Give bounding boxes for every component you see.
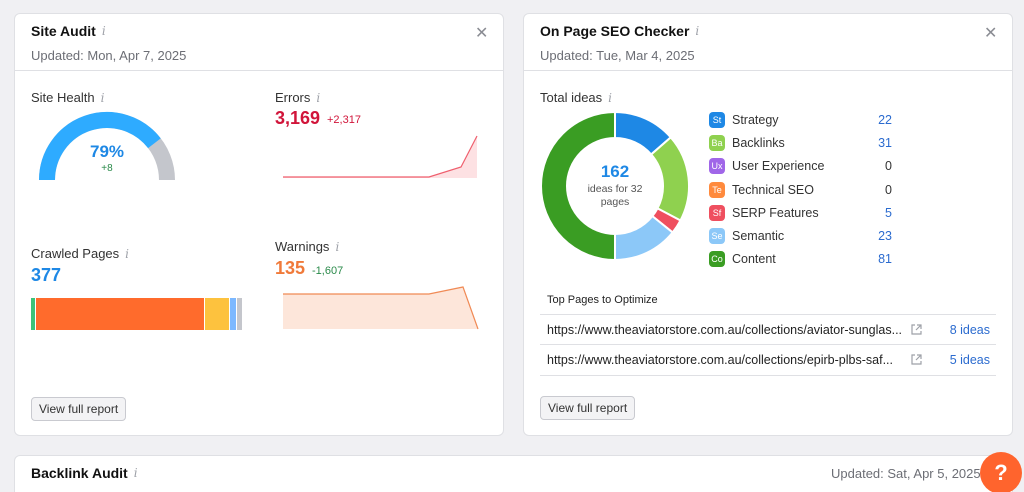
info-icon[interactable]: i xyxy=(102,24,106,38)
donut-center-sub: ideas for 32 pages xyxy=(587,183,643,208)
total-ideas-label-text: Total ideas xyxy=(540,90,603,105)
on-page-seo-title[interactable]: On Page SEO Checker i xyxy=(540,23,699,39)
legend-item-technical-seo[interactable]: Te Technical SEO 0 xyxy=(709,181,892,199)
site-audit-header: Site Audit i Updated: Mon, Apr 7, 2025 ✕ xyxy=(15,14,503,71)
help-button[interactable]: ? xyxy=(980,452,1022,492)
crawled-bar-segment[interactable] xyxy=(235,298,242,330)
close-icon[interactable]: ✕ xyxy=(984,23,997,43)
site-audit-title[interactable]: Site Audit i xyxy=(31,23,106,39)
crawled-pages-label: Crawled Pages i xyxy=(31,246,129,261)
legend-item-user-experience[interactable]: Ux User Experience 0 xyxy=(709,157,892,175)
legend-value[interactable]: 5 xyxy=(862,206,892,220)
legend-badge-icon: Co xyxy=(709,251,725,268)
site-health-label-text: Site Health xyxy=(31,90,95,105)
donut-center-value: 162 xyxy=(600,162,630,181)
top-pages-title: Top Pages to Optimize xyxy=(547,294,658,306)
warnings-label-text: Warnings xyxy=(275,239,330,254)
info-icon[interactable]: i xyxy=(125,247,129,261)
crawled-pages-label-text: Crawled Pages xyxy=(31,246,120,261)
legend-item-semantic[interactable]: Se Semantic 23 xyxy=(709,227,892,245)
crawled-bar-segment[interactable] xyxy=(35,298,205,330)
info-icon[interactable]: i xyxy=(608,91,612,105)
legend-label: Technical SEO xyxy=(732,182,814,197)
warnings-delta: -1,607 xyxy=(312,265,344,277)
external-link-icon[interactable] xyxy=(905,354,927,365)
legend-label: Backlinks xyxy=(732,136,785,151)
errors-label-text: Errors xyxy=(275,90,311,105)
legend-value[interactable]: 23 xyxy=(862,229,892,243)
view-full-report-button[interactable]: View full report xyxy=(540,396,636,420)
info-icon[interactable]: i xyxy=(316,91,320,105)
legend-badge-icon: Sf xyxy=(709,204,725,221)
site-audit-updated: Updated: Mon, Apr 7, 2025 xyxy=(31,48,187,63)
top-page-ideas-link[interactable]: 8 ideas xyxy=(927,323,996,337)
legend-label: Semantic xyxy=(732,229,785,243)
errors-label: Errors i xyxy=(275,90,320,105)
legend-badge-icon: St xyxy=(709,112,725,128)
backlink-audit-title[interactable]: Backlink Audit i xyxy=(31,465,138,481)
backlink-audit-updated: Updated: Sat, Apr 5, 2025 xyxy=(831,466,981,481)
legend-item-strategy[interactable]: St Strategy 22 xyxy=(709,111,892,129)
legend-badge-icon: Ux xyxy=(709,158,725,175)
on-page-seo-header: On Page SEO Checker i Updated: Tue, Mar … xyxy=(524,14,1012,71)
legend-badge-icon: Ba xyxy=(709,135,725,152)
legend-value: 0 xyxy=(885,159,892,174)
site-audit-card: Site Audit i Updated: Mon, Apr 7, 2025 ✕… xyxy=(14,13,504,436)
legend-value[interactable]: 81 xyxy=(862,252,892,266)
backlink-audit-title-text: Backlink Audit xyxy=(31,465,128,481)
top-pages-bottom-border xyxy=(540,375,996,376)
errors-sparkline xyxy=(283,135,478,178)
info-icon[interactable]: i xyxy=(101,91,105,105)
top-page-row: https://www.theaviatorstore.com.au/colle… xyxy=(540,344,996,374)
crawled-pages-value[interactable]: 377 xyxy=(31,265,61,286)
view-full-report-button[interactable]: View full report xyxy=(31,397,127,421)
legend-item-backlinks[interactable]: Ba Backlinks 31 xyxy=(709,134,892,152)
crawled-pages-bar[interactable] xyxy=(31,298,242,330)
site-health-label: Site Health i xyxy=(31,90,104,105)
warnings-value[interactable]: 135 xyxy=(275,258,305,279)
legend-item-content[interactable]: Co Content 81 xyxy=(709,250,892,268)
on-page-seo-title-text: On Page SEO Checker xyxy=(540,23,690,39)
top-page-url[interactable]: https://www.theaviatorstore.com.au/colle… xyxy=(540,353,905,367)
top-page-row: https://www.theaviatorstore.com.au/colle… xyxy=(540,314,996,344)
site-health-value: 79% xyxy=(89,142,125,161)
errors-delta: +2,317 xyxy=(327,114,361,126)
info-icon[interactable]: i xyxy=(134,466,138,480)
legend-value: 0 xyxy=(885,182,892,197)
legend-value[interactable]: 31 xyxy=(862,136,892,150)
legend-badge-icon: Se xyxy=(709,228,725,244)
top-page-ideas-link[interactable]: 5 ideas xyxy=(927,353,996,367)
legend-label: SERP Features xyxy=(732,205,819,220)
crawled-bar-segment[interactable] xyxy=(204,298,230,330)
errors-value[interactable]: 3,169 xyxy=(275,108,320,129)
top-page-url[interactable]: https://www.theaviatorstore.com.au/colle… xyxy=(540,323,905,337)
close-icon[interactable]: ✕ xyxy=(475,23,488,43)
legend-badge-icon: Te xyxy=(709,181,725,198)
info-icon[interactable]: i xyxy=(695,24,699,38)
site-health-delta: +8 xyxy=(101,163,113,174)
on-page-seo-updated: Updated: Tue, Mar 4, 2025 xyxy=(540,48,695,63)
warnings-sparkline xyxy=(283,286,479,330)
total-ideas-label: Total ideas i xyxy=(540,90,612,105)
legend-item-serp-features[interactable]: Sf SERP Features 5 xyxy=(709,204,892,222)
site-audit-title-text: Site Audit xyxy=(31,23,96,39)
backlink-audit-card: Backlink Audit i Updated: Sat, Apr 5, 20… xyxy=(14,455,1013,492)
warnings-label: Warnings i xyxy=(275,239,339,254)
external-link-icon[interactable] xyxy=(905,324,927,335)
legend-label: Content xyxy=(732,252,776,267)
legend-value[interactable]: 22 xyxy=(862,113,892,127)
info-icon[interactable]: i xyxy=(335,240,339,254)
legend-label: User Experience xyxy=(732,159,825,174)
legend-label: Strategy xyxy=(732,113,779,127)
